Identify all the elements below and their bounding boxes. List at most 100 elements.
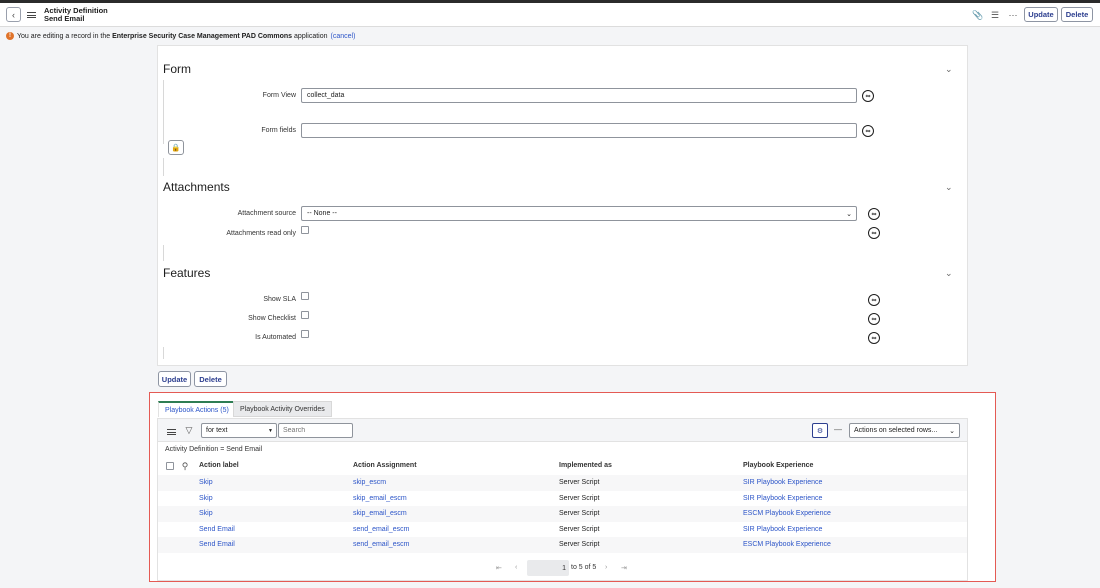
form-view-input[interactable]: collect_data	[301, 88, 857, 103]
reference-lookup-icon[interactable]: ∞	[868, 332, 880, 344]
list-settings-gear-icon[interactable]: ⚙	[812, 423, 828, 438]
chevron-left-icon: ‹	[12, 9, 15, 20]
prev-page-icon[interactable]: ‹	[515, 559, 517, 576]
filter-breadcrumb[interactable]: Activity Definition = Send Email	[165, 446, 262, 453]
select-all-checkbox[interactable]	[166, 462, 174, 470]
playbook-experience-link[interactable]: ESCM Playbook Experience	[743, 510, 831, 517]
paperclip-icon[interactable]: 📎	[972, 10, 983, 20]
section-title-features: Features	[163, 266, 211, 280]
playbook-experience-link[interactable]: ESCM Playbook Experience	[743, 541, 831, 548]
action-assignment-link[interactable]: skip_email_escm	[353, 510, 407, 517]
action-assignment-link[interactable]: skip_escm	[353, 479, 386, 486]
settings-sliders-icon[interactable]: ☰	[990, 10, 1000, 20]
column-header-action-label[interactable]: Action label	[199, 462, 239, 469]
action-label-link[interactable]: Skip	[199, 510, 213, 517]
update-button[interactable]: Update	[1024, 7, 1058, 22]
update-button-bottom[interactable]: Update	[158, 371, 191, 387]
search-field-value: for text	[206, 427, 228, 434]
last-page-icon[interactable]: ⇥	[621, 559, 627, 576]
table-row: Send Email send_email_escm Server Script…	[158, 537, 967, 553]
caret-down-icon: ▼	[268, 427, 273, 434]
reference-lookup-icon[interactable]: ∞	[868, 294, 880, 306]
chevron-down-icon[interactable]: ⌄	[945, 269, 953, 278]
delete-button-bottom[interactable]: Delete	[194, 371, 227, 387]
implemented-as-cell: Server Script	[559, 494, 600, 502]
first-page-icon[interactable]: ⇤	[496, 559, 502, 576]
table-row: Send Email send_email_escm Server Script…	[158, 522, 967, 538]
playbook-experience-link[interactable]: SIR Playbook Experience	[743, 495, 822, 502]
tab-playbook-activity-overrides[interactable]: Playbook Activity Overrides	[233, 401, 332, 417]
more-options-icon[interactable]: ⋯	[1008, 10, 1018, 20]
lock-icon: 🔒	[171, 143, 181, 152]
notice-prefix: You are editing a record in the	[17, 32, 111, 40]
show-checklist-label: Show Checklist	[248, 315, 296, 322]
reference-lookup-icon[interactable]: ∞	[862, 90, 874, 102]
form-header: ‹ Activity Definition Send Email 📎 ☰ ⋯ U…	[0, 3, 1100, 27]
reference-lookup-icon[interactable]: ∞	[868, 227, 880, 239]
is-automated-checkbox[interactable]	[301, 330, 309, 338]
notice-app-name: Enterprise Security Case Management PAD …	[112, 32, 293, 40]
table-row: Skip skip_escm Server Script SIR Playboo…	[158, 475, 967, 491]
section-title-attachments: Attachments	[163, 180, 230, 194]
playbook-experience-link[interactable]: SIR Playbook Experience	[743, 526, 822, 533]
page-number-input[interactable]: 1	[527, 560, 569, 576]
context-menu-icon[interactable]	[27, 9, 36, 21]
action-assignment-link[interactable]: send_email_escm	[353, 541, 409, 548]
action-label-link[interactable]: Skip	[199, 479, 213, 486]
show-sla-label: Show SLA	[263, 296, 296, 303]
list-menu-icon[interactable]	[167, 426, 176, 438]
implemented-as-cell: Server Script	[559, 510, 600, 517]
section-divider	[163, 80, 164, 144]
attachment-source-label: Attachment source	[237, 210, 296, 217]
record-name: Send Email	[44, 14, 85, 23]
dash-icon: —	[834, 425, 842, 434]
warning-icon: !	[6, 32, 14, 40]
cancel-link[interactable]: (cancel)	[331, 33, 356, 40]
attachment-source-value: -- None --	[307, 210, 337, 217]
column-header-implemented-as[interactable]: Implemented as	[559, 462, 612, 469]
chevron-down-icon[interactable]: ⌄	[945, 65, 953, 74]
search-input[interactable]	[278, 423, 353, 438]
search-icon[interactable]: ⚲	[180, 461, 190, 471]
form-fields-input[interactable]	[301, 123, 857, 138]
action-label-link[interactable]: Send Email	[199, 526, 235, 533]
lock-button[interactable]: 🔒	[168, 140, 184, 155]
section-divider	[163, 347, 164, 359]
attachments-read-only-label: Attachments read only	[226, 230, 296, 237]
search-field-select[interactable]: for text ▼	[201, 423, 277, 438]
column-header-playbook-experience[interactable]: Playbook Experience	[743, 462, 813, 469]
reference-lookup-icon[interactable]: ∞	[862, 125, 874, 137]
action-label-link[interactable]: Send Email	[199, 541, 235, 548]
column-header-action-assignment[interactable]: Action Assignment	[353, 462, 417, 469]
reference-lookup-icon[interactable]: ∞	[868, 313, 880, 325]
chevron-down-icon: ⌄	[846, 210, 852, 218]
reference-lookup-icon[interactable]: ∞	[868, 208, 880, 220]
page-range-text: to 5 of 5	[571, 564, 597, 571]
is-automated-label: Is Automated	[255, 334, 296, 341]
section-divider	[163, 158, 164, 176]
section-divider	[163, 245, 164, 261]
implemented-as-cell: Server Script	[559, 525, 600, 533]
attachments-read-only-checkbox[interactable]	[301, 226, 309, 234]
show-sla-checkbox[interactable]	[301, 292, 309, 300]
tab-playbook-actions[interactable]: Playbook Actions (5)	[158, 401, 236, 417]
table-row: Skip skip_email_escm Server Script SIR P…	[158, 491, 967, 507]
action-label-link[interactable]: Skip	[199, 495, 213, 502]
chevron-down-icon[interactable]: ⌄	[945, 183, 953, 192]
actions-on-selected-select[interactable]: Actions on selected rows... ⌄	[849, 423, 960, 438]
delete-button[interactable]: Delete	[1061, 7, 1093, 22]
filter-icon[interactable]: ▽	[184, 425, 194, 435]
next-page-icon[interactable]: ›	[605, 559, 607, 576]
implemented-as-cell: Server Script	[559, 541, 600, 548]
action-assignment-link[interactable]: send_email_escm	[353, 526, 409, 533]
action-assignment-link[interactable]: skip_email_escm	[353, 495, 407, 502]
back-button[interactable]: ‹	[6, 7, 21, 22]
table-row: Skip skip_email_escm Server Script ESCM …	[158, 506, 967, 522]
attachment-source-select[interactable]: -- None -- ⌄	[301, 206, 857, 221]
show-checklist-checkbox[interactable]	[301, 311, 309, 319]
implemented-as-cell: Server Script	[559, 479, 600, 486]
actions-select-value: Actions on selected rows...	[854, 427, 938, 434]
chevron-down-icon: ⌄	[949, 427, 955, 435]
form-view-label: Form View	[262, 92, 296, 99]
playbook-experience-link[interactable]: SIR Playbook Experience	[743, 479, 822, 486]
